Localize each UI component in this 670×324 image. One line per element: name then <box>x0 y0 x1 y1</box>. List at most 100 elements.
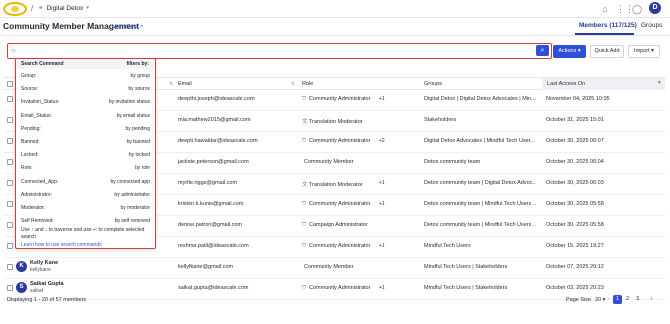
command-description: by locked <box>128 152 150 159</box>
search-command-item[interactable]: Banned: by banned <box>16 138 154 148</box>
row-checkbox[interactable] <box>7 285 13 291</box>
table-row[interactable]: kellyfkane@gmail.com Community Member Mind… <box>3 258 665 279</box>
extra-roles-badge[interactable]: +1 <box>379 285 385 291</box>
header-divider <box>0 35 670 36</box>
search-command-item[interactable]: Invitation_Status: by invitation status <box>16 98 154 108</box>
import-button[interactable]: Import ▾ <box>628 45 660 58</box>
role-cell[interactable]: ⛉ Community Administrator <box>302 243 382 250</box>
extra-roles-badge[interactable]: +1 <box>379 243 385 249</box>
sort-desc-icon: ▾ <box>658 80 661 86</box>
row-checkbox[interactable] <box>7 222 13 228</box>
extra-roles-badge[interactable]: +2 <box>379 138 385 144</box>
search-commands-help-link[interactable]: Learn how to use search commands <box>21 242 102 248</box>
search-button[interactable]: ⌕ <box>536 45 549 56</box>
column-header-email[interactable]: Email <box>178 81 192 87</box>
search-input[interactable] <box>22 46 532 56</box>
email-cell: deepti.hawaldar@ideascale.com <box>178 138 258 144</box>
last-access-cell: October 30, 2025 05:58 <box>546 222 604 228</box>
apps-grid-icon[interactable]: ⋮⋮ <box>616 4 634 14</box>
role-cell[interactable]: 文Translation Moderator <box>302 117 382 125</box>
role-label: Translation Moderator <box>309 119 363 125</box>
search-command-item[interactable]: Connected_App: by connected app <box>16 178 154 188</box>
ideascale-logo[interactable] <box>3 2 27 16</box>
groups-cell: Detox community team <box>424 159 481 165</box>
tab-groups[interactable]: Groups <box>641 22 662 29</box>
search-command-item[interactable]: Locked: by locked <box>16 151 154 161</box>
row-checkbox[interactable] <box>7 96 13 102</box>
shield-icon: ⛉ <box>302 285 307 291</box>
external-link-icon: ↗ <box>138 24 144 30</box>
avatar: K <box>16 261 27 272</box>
role-cell[interactable]: ⛉ Community Administrator <box>302 138 382 145</box>
shield-icon: ⛉ <box>302 96 307 102</box>
tab-members[interactable]: Members (117/125) <box>579 22 637 29</box>
sort-icon[interactable]: ⇅ <box>169 81 173 87</box>
command-name: Banned: <box>21 139 40 145</box>
command-description: by email status <box>116 112 150 119</box>
email-cell: kellyfkane@gmail.com <box>178 264 234 270</box>
learn-more-link[interactable]: Learn More ↗ <box>112 24 143 30</box>
column-header-groups[interactable]: Groups <box>424 81 442 87</box>
user-avatar[interactable]: D <box>649 2 661 14</box>
role-label: Community Administrator <box>309 243 371 249</box>
prev-page-icon[interactable]: ‹ <box>604 295 613 304</box>
extra-roles-badge[interactable]: +1 <box>379 201 385 207</box>
command-name: Email_Status: <box>21 112 52 119</box>
extra-roles-badge[interactable]: +1 <box>379 96 385 102</box>
extra-roles-badge[interactable]: +1 <box>379 180 385 186</box>
role-cell[interactable]: ⛉ Community Administrator <box>302 285 382 292</box>
email-cell: jackste.peterson@gmail.com <box>178 159 249 165</box>
search-bar: ○ ⌕ <box>7 43 552 59</box>
row-checkbox[interactable] <box>7 180 13 186</box>
role-cell[interactable]: Community Member <box>304 264 384 270</box>
row-checkbox[interactable] <box>7 117 13 123</box>
sort-icon[interactable]: ⇅ <box>291 81 295 87</box>
page-header: Community Member Management Learn More ↗… <box>0 18 670 35</box>
last-access-cell: October 31, 2025 15:01 <box>546 117 604 123</box>
command-name: Administrator: <box>21 191 52 198</box>
row-checkbox[interactable] <box>7 243 13 249</box>
command-name: Source: <box>21 86 39 93</box>
email-cell: myrtle.riggs@gmail.com <box>178 180 238 186</box>
column-header-role[interactable]: Role <box>302 81 313 87</box>
search-command-item[interactable]: Administrator: by administrator <box>16 191 154 201</box>
search-command-item[interactable]: Moderator: by moderator <box>16 204 154 214</box>
translate-icon: 文 <box>302 182 308 188</box>
command-name: Moderator: <box>21 205 46 211</box>
page-button-3[interactable]: 3 <box>633 295 642 304</box>
search-command-item[interactable]: Pending: by pending <box>16 125 154 135</box>
member-name[interactable]: Kelly Kane <box>30 260 58 266</box>
search-command-item[interactable]: Role: by role <box>16 164 154 174</box>
search-command-item[interactable]: Email_Status: by email status <box>16 112 154 122</box>
quick-add-button[interactable]: Quick Add <box>590 45 624 58</box>
workspace-switcher[interactable]: ⚭ Digital Detox ▾ <box>38 4 89 13</box>
last-access-cell: October 03, 2025 20:23 <box>546 285 604 291</box>
member-name[interactable]: Saikat Gupta <box>30 281 64 287</box>
select-all-checkbox[interactable] <box>7 81 13 87</box>
page-button-2[interactable]: 2 <box>623 295 632 304</box>
chat-icon[interactable]: ◯ <box>632 4 642 14</box>
role-label: Campaign Administrator <box>309 222 368 228</box>
row-checkbox[interactable] <box>7 201 13 207</box>
home-icon[interactable]: ⌂ <box>600 4 610 14</box>
next-page-icon[interactable]: › <box>647 295 656 304</box>
actions-button[interactable]: Actions ▾ <box>553 45 586 58</box>
search-command-item[interactable]: Self Removed: by self removed <box>16 217 154 227</box>
role-cell[interactable]: Community Member <box>304 159 384 165</box>
row-checkbox[interactable] <box>7 264 13 270</box>
row-checkbox[interactable] <box>7 159 13 165</box>
role-cell[interactable]: ⛉ Community Administrator <box>302 201 382 208</box>
search-command-item[interactable]: Group: by group <box>16 72 154 82</box>
page-size-value: 20 <box>595 297 602 303</box>
role-cell[interactable]: 文Translation Moderator <box>302 180 382 188</box>
groups-cell: Detox community team | Mindful Tech User… <box>424 222 536 228</box>
role-cell[interactable]: ⛉ Campaign Administrator <box>302 222 382 229</box>
last-access-cell: October 30, 2025 06:04 <box>546 159 604 165</box>
row-checkbox[interactable] <box>7 138 13 144</box>
search-command-item[interactable]: Source: by source <box>16 85 154 95</box>
chevron-down-icon: ▾ <box>651 48 654 54</box>
column-header-last-access[interactable]: Last Access On ▾ <box>542 78 665 90</box>
role-cell[interactable]: ⛉ Community Administrator <box>302 96 382 103</box>
groups-cell: Digital Detox | Digital Detox Advocates … <box>424 96 536 102</box>
page-button-1[interactable]: 1 <box>613 295 622 304</box>
